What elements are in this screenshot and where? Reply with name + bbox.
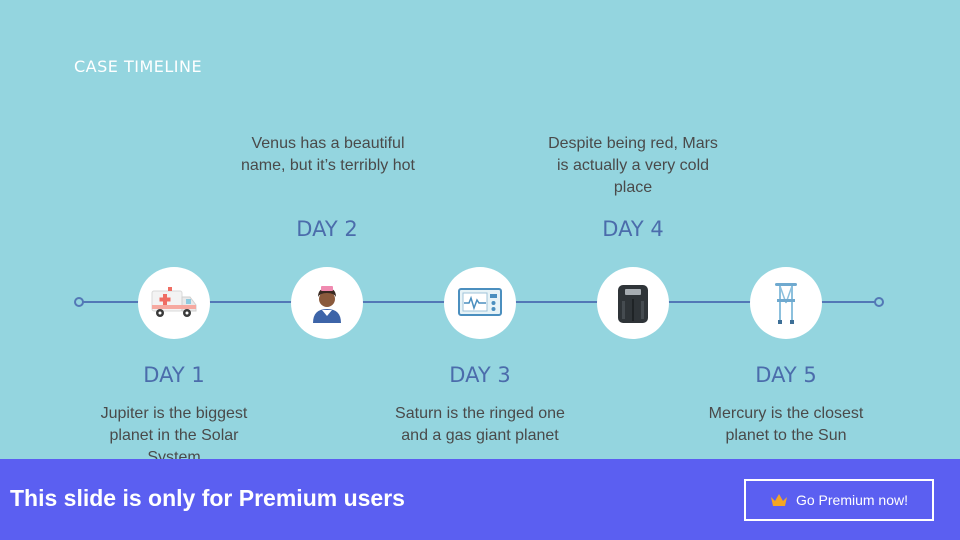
ambulance-icon <box>151 287 197 317</box>
day-4-node <box>597 267 669 339</box>
go-premium-button[interactable]: Go Premium now! <box>744 479 934 521</box>
day-2-description: Venus has a beautiful name, but it’s ter… <box>240 135 415 174</box>
day-3-node <box>444 267 516 339</box>
day-5-description: Mercury is the closest planet to the Sun <box>708 405 864 444</box>
medical-monitor-icon <box>458 288 502 316</box>
premium-banner-text: This slide is only for Premium users <box>10 485 405 511</box>
scale-icon <box>618 285 648 323</box>
day-4-description: Despite being red, Mars is actually a ve… <box>548 135 718 196</box>
nurse-icon <box>313 286 341 323</box>
go-premium-button-label: Go Premium now! <box>795 492 909 508</box>
day-5-node <box>750 267 822 339</box>
day-4-label: DAY 4 <box>602 217 664 241</box>
day-5-label: DAY 5 <box>755 363 817 387</box>
day-2-label: DAY 2 <box>296 217 358 241</box>
timeline-start-dot <box>74 297 84 307</box>
day-1-node <box>138 267 210 339</box>
crown-icon <box>770 494 787 506</box>
crutches-icon <box>775 283 797 324</box>
premium-banner: This slide is only for Premium users Go … <box>0 459 960 540</box>
day-2-node <box>291 267 363 339</box>
slide-title: CASE TIMELINE <box>74 57 203 76</box>
day-1-label: DAY 1 <box>143 363 205 387</box>
day-3-label: DAY 3 <box>449 363 511 387</box>
timeline-end-dot <box>874 297 884 307</box>
day-3-description: Saturn is the ringed one and a gas giant… <box>395 405 565 444</box>
